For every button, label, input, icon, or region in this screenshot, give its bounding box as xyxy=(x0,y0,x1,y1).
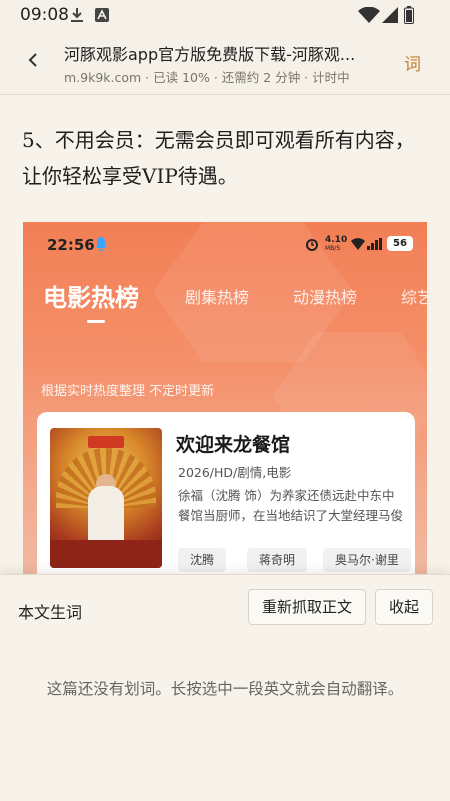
vocabulary-panel: 本文生词 重新抓取正文 收起 这篇还没有划词。长按选中一段英文就会自动翻译。 xyxy=(0,574,450,801)
cast-chip[interactable]: 奥马尔·谢里 xyxy=(323,548,411,572)
collapse-button[interactable]: 收起 xyxy=(375,589,433,625)
refetch-text-button[interactable]: 重新抓取正文 xyxy=(248,589,366,625)
battery-icon xyxy=(404,6,414,24)
ranking-note: 根据实时热度整理 不定时更新 xyxy=(41,384,215,399)
tab-movie-ranking[interactable]: 电影热榜 xyxy=(43,278,139,313)
download-icon xyxy=(71,8,83,22)
movie-card[interactable]: 欢迎来龙餐馆 2026/HD/剧情,电影 徐福（沈腾 饰）为养家还债远赴中东中餐… xyxy=(37,412,415,574)
bell-icon xyxy=(95,237,107,251)
status-time: 09:08 xyxy=(20,5,69,25)
wifi-icon xyxy=(351,238,365,250)
image-status-time: 22:56 xyxy=(47,236,95,254)
tab-variety-ranking[interactable]: 综艺 xyxy=(401,284,427,308)
alarm-icon xyxy=(306,239,318,251)
empty-vocabulary-message: 这篇还没有划词。长按选中一段英文就会自动翻译。 xyxy=(46,680,404,698)
active-tab-indicator xyxy=(87,320,105,323)
net-speed: 4.10 xyxy=(325,235,348,245)
back-arrow-icon[interactable] xyxy=(22,48,46,72)
ranking-tabs: 电影热榜 剧集热榜 动漫热榜 综艺 xyxy=(23,274,427,314)
movie-meta: 2026/HD/剧情,电影 xyxy=(178,465,292,480)
signal-icon xyxy=(367,238,382,250)
cast-chip[interactable]: 蒋奇明 xyxy=(247,548,308,572)
cast-chip[interactable]: 沈腾 xyxy=(178,548,227,572)
tab-anime-ranking[interactable]: 动漫热榜 xyxy=(293,284,357,308)
movie-description: 徐福（沈腾 饰）为养家还债远赴中东中餐馆当厨师，在当地结识了大堂经理马俊生（蒋奇… xyxy=(178,488,404,523)
app-notification-icon xyxy=(95,8,109,22)
net-speed-unit: MB/S xyxy=(325,245,341,252)
article-image: 22:56 4.10 MB/S 56 电影热榜 剧集热榜 动漫热榜 综艺 根据实… xyxy=(23,222,427,574)
movie-title: 欢迎来龙餐馆 xyxy=(176,434,291,456)
signal-icon xyxy=(382,7,398,23)
reader-header: 河豚观影app官方版免费版下载-河豚观... m.9k9k.com · 已读 1… xyxy=(0,30,450,95)
vocabulary-button[interactable]: 词 xyxy=(404,50,421,75)
wifi-icon xyxy=(358,7,380,23)
panel-title: 本文生词 xyxy=(18,603,83,622)
movie-poster xyxy=(50,428,162,568)
article-paragraph: 5、不用会员：无需会员即可观看所有内容，让你轻松享受VIP待遇。 xyxy=(22,128,415,188)
status-bar: 09:08 xyxy=(0,0,450,30)
reading-progress-meta: m.9k9k.com · 已读 10% · 还需约 2 分钟 · 计时中 xyxy=(64,70,350,85)
tab-series-ranking[interactable]: 剧集热榜 xyxy=(185,284,249,308)
battery-level: 56 xyxy=(387,236,413,251)
page-title: 河豚观影app官方版免费版下载-河豚观... xyxy=(64,45,356,64)
